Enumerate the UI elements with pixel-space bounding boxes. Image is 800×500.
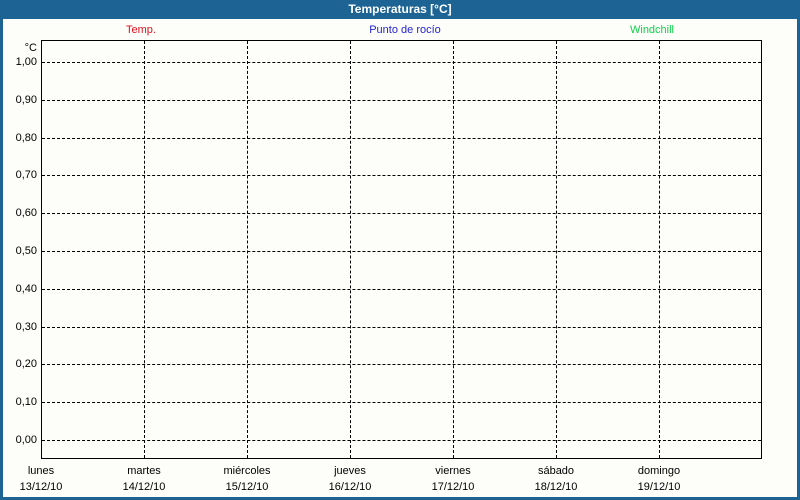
- x-date-label: 19/12/10: [637, 481, 681, 493]
- chart-window: Temperaturas [°C] Temp. Punto de rocío Win…: [0, 0, 800, 500]
- horizontal-gridline: [42, 62, 761, 63]
- x-day-label: jueves: [334, 465, 366, 477]
- y-tick-label: 0,70: [15, 169, 37, 182]
- legend-item-1: Temp.: [126, 24, 156, 36]
- legend-item-2: Punto de rocío: [369, 24, 441, 36]
- vertical-gridline: [247, 41, 248, 458]
- x-day-label: miércoles: [223, 465, 271, 477]
- x-day-label: viernes: [435, 465, 471, 477]
- chart-title: Temperaturas [°C]: [348, 2, 452, 16]
- y-tick-label: 0,30: [15, 320, 37, 333]
- title-bar: Temperaturas [°C]: [0, 0, 800, 19]
- x-day-label: sábado: [537, 465, 575, 477]
- horizontal-gridline: [42, 326, 761, 328]
- y-axis-unit-label: °C: [24, 42, 37, 54]
- legend-item-3: Windchill: [629, 24, 675, 36]
- horizontal-gridline: [42, 440, 761, 441]
- y-tick-label: 0,50: [15, 245, 37, 257]
- x-day-label: lunes: [27, 465, 55, 477]
- y-tick-label: 0,40: [15, 282, 37, 295]
- horizontal-gridline: [42, 99, 761, 101]
- y-tick-label: 0,10: [15, 396, 37, 409]
- vertical-gridline: [453, 41, 454, 458]
- horizontal-gridline: [42, 137, 761, 139]
- y-tick-label: 0,00: [15, 434, 37, 446]
- x-date-label: 14/12/10: [122, 481, 166, 493]
- horizontal-gridline: [42, 213, 761, 215]
- vertical-gridline: [350, 41, 351, 458]
- y-tick-label: 0,90: [15, 93, 37, 106]
- vertical-gridline: [556, 41, 557, 458]
- y-tick-label: 0,60: [15, 207, 37, 220]
- horizontal-gridline: [42, 175, 761, 177]
- horizontal-gridline: [42, 251, 761, 252]
- horizontal-gridline: [42, 288, 761, 290]
- x-date-label: 13/12/10: [19, 481, 63, 493]
- x-day-label: martes: [127, 465, 161, 477]
- vertical-gridline: [659, 41, 660, 458]
- x-date-label: 17/12/10: [431, 481, 475, 493]
- x-date-label: 18/12/10: [534, 481, 578, 493]
- y-tick-label: 1,00: [15, 56, 37, 68]
- horizontal-gridline: [42, 364, 761, 366]
- x-day-label: domingo: [637, 465, 681, 477]
- x-date-label: 16/12/10: [328, 481, 372, 493]
- y-tick-label: 0,20: [15, 358, 37, 371]
- vertical-gridline: [144, 41, 145, 458]
- plot-area: [41, 40, 762, 459]
- x-date-label: 15/12/10: [225, 481, 269, 493]
- horizontal-gridline: [42, 402, 761, 404]
- y-tick-label: 0,80: [15, 131, 37, 144]
